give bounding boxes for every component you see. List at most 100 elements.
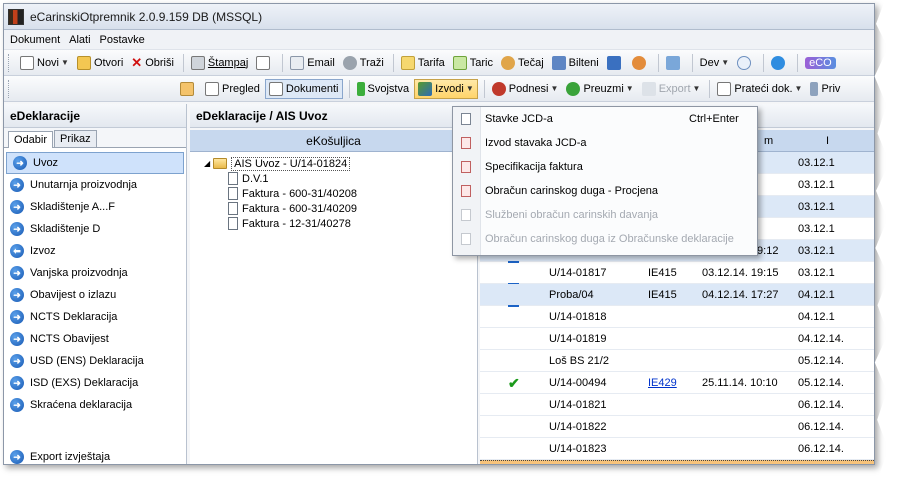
menu-item-specifikacija-faktura[interactable]: Specifikacija faktura (453, 155, 757, 179)
menu-item-stavke-jcd[interactable]: Stavke JCD-a Ctrl+Enter (453, 107, 757, 131)
attach-button[interactable]: Priv (807, 79, 843, 99)
download-dropdown[interactable]: Preuzmi ▼ (563, 79, 636, 99)
taric-button[interactable]: Taric (450, 53, 496, 73)
image-button[interactable] (663, 53, 686, 73)
date-cell: 04.12.14. 17:27 (702, 288, 779, 301)
tariff-button[interactable]: Tarifa (398, 53, 448, 73)
tree-node[interactable]: Faktura - 600-31/40208 (204, 186, 477, 201)
nav-item-export-izvjestaja[interactable]: ➜ Export izvještaja (4, 446, 110, 464)
column-header-date[interactable]: m (764, 135, 773, 147)
table-row[interactable]: U/14-01818 04.12.1 (480, 306, 874, 328)
dev-dropdown[interactable]: Dev ▼ (697, 53, 732, 73)
calculator-button[interactable] (604, 53, 627, 73)
grid-view-button[interactable] (177, 79, 200, 99)
arrow-right-icon: ➜ (10, 332, 24, 346)
toolbar-separator (392, 53, 394, 72)
document-icon (228, 202, 238, 215)
skype-icon (771, 55, 786, 70)
bulletin-button[interactable]: Bilteni (549, 53, 602, 73)
toolbar-separator (709, 79, 711, 98)
search-button[interactable]: Traži (340, 53, 387, 73)
preview-button[interactable]: Pregled (202, 79, 263, 99)
table-row[interactable]: Loš BS 21/2 05.12.14. (480, 350, 874, 372)
menu-item-sluzbeni-obracun: Službeni obračun carinskih davanja (453, 203, 757, 227)
nav-list: ➜ Uvoz ➜ Unutarnja proizvodnja ➜ Skladišten… (4, 148, 186, 416)
table-row[interactable]: ✔ U/14-00494 IE429 25.11.14. 10:10 05.12.14. (480, 372, 874, 394)
menu-item-izvod-stavaka[interactable]: Izvod stavaka JCD-a (453, 131, 757, 155)
nav-item-skladistenje-af[interactable]: ➜ Skladištenje A...F (4, 196, 186, 218)
column-header-date2[interactable]: I (826, 135, 829, 147)
print-preview-button[interactable] (253, 53, 276, 73)
document-tree: ◢ AIS Uvoz - U/14-01824 D.V.1 Faktura - 6… (190, 152, 477, 231)
table-row[interactable]: U/14-0182406.12.14. (480, 460, 874, 464)
chart-icon (418, 81, 433, 96)
menu-postavke[interactable]: Postavke (100, 34, 145, 46)
attachments-dropdown[interactable]: Prateći dok. ▼ (714, 79, 805, 99)
nav-item-usd-ens[interactable]: ➜ USD (ENS) Deklaracija (4, 350, 186, 372)
nav-item-skracena-deklaracija[interactable]: ➜ Skraćena deklaracija (4, 394, 186, 416)
toolbar-separator (483, 79, 485, 98)
menu-alati[interactable]: Alati (69, 34, 90, 46)
izvodi-dropdown[interactable]: Izvodi ▼ (414, 78, 478, 99)
print-button[interactable]: Štampaj (188, 53, 251, 73)
tree-node[interactable]: Faktura - 12-31/40278 (204, 216, 477, 231)
izvodi-menu: Stavke JCD-a Ctrl+Enter Izvod stavaka JCD… (452, 106, 758, 256)
table-row[interactable]: U/14-01817 IE415 03.12.14. 19:15 03.12.1 (480, 262, 874, 285)
menu-item-obracun-procjena[interactable]: Obračun carinskog duga - Procjena (453, 179, 757, 203)
taric-icon (452, 55, 467, 70)
exchange-rate-button[interactable]: Tečaj (498, 53, 547, 73)
nav-item-uvoz[interactable]: ➜ Uvoz (6, 152, 184, 174)
delete-button[interactable]: ✕ Obriši (128, 53, 177, 73)
properties-button[interactable]: Svojstva (354, 79, 413, 99)
arrow-right-icon: ➜ (10, 288, 24, 302)
nav-item-ncts-obavijest[interactable]: ➜ NCTS Obavijest (4, 328, 186, 350)
documents-button[interactable]: Dokumenti (264, 78, 343, 99)
info-icon (737, 55, 752, 70)
table-row[interactable]: U/14-01823 06.12.14. (480, 438, 874, 460)
tab-odabir[interactable]: Odabir (8, 131, 54, 148)
document-icon (461, 209, 471, 221)
date2-cell: 05.12.14. (798, 376, 844, 389)
menu-dokument[interactable]: Dokument (10, 34, 60, 46)
nav-item-vanjska-proizvodnja[interactable]: ➜ Vanjska proizvodnja (4, 262, 186, 284)
tree-node[interactable]: D.V.1 (204, 171, 477, 186)
collapse-icon[interactable]: ◢ (204, 159, 210, 168)
table-row[interactable]: U/14-01819 04.12.14. (480, 328, 874, 350)
table-row[interactable]: Proba/04 IE415 04.12.14. 17:27 04.12.1 (480, 284, 874, 307)
submit-dropdown[interactable]: Podnesi ▼ (489, 79, 562, 99)
nav-item-obavijest-o-izlazu[interactable]: ➜ Obavijest o izlazu (4, 284, 186, 306)
date2-cell: 03.12.1 (798, 156, 835, 169)
nav-item-skladistenje-d[interactable]: ➜ Skladištenje D (4, 218, 186, 240)
tab-prikaz[interactable]: Prikaz (54, 130, 97, 147)
toolbar-grip[interactable] (8, 79, 11, 98)
email-button[interactable]: Email (287, 53, 338, 73)
date-cell: 03.12.14. 19:15 (702, 266, 779, 279)
nav-item-isd-exs[interactable]: ➜ ISD (EXS) Deklaracija (4, 372, 186, 394)
toolbar-grip[interactable] (8, 53, 11, 72)
date-cell: 25.11.14. 10:10 (702, 376, 778, 389)
skype-button[interactable] (768, 53, 791, 73)
nav-item-izvoz[interactable]: ⬅ Izvoz (4, 240, 186, 262)
arrow-right-icon: ➜ (10, 450, 24, 464)
table-row[interactable]: U/14-01821 06.12.14. (480, 394, 874, 416)
tree-node[interactable]: Faktura - 600-31/40209 (204, 201, 477, 216)
main-toolbar: Novi ▼ Otvori ✕ Obriši Štampaj Email Traži… (4, 50, 874, 76)
export-dropdown[interactable]: Export ▼ (639, 79, 704, 99)
tariff-icon (400, 55, 415, 70)
nav-item-ncts-deklaracija[interactable]: ➜ NCTS Deklaracija (4, 306, 186, 328)
type-cell[interactable]: IE429 (648, 377, 677, 389)
eco-button[interactable]: eCO (802, 53, 839, 73)
open-button[interactable]: Otvori (74, 53, 126, 73)
tree-root[interactable]: ◢ AIS Uvoz - U/14-01824 (204, 156, 477, 171)
table-row[interactable]: U/14-01822 06.12.14. (480, 416, 874, 438)
date2-cell: 03.12.1 (798, 266, 835, 279)
new-button[interactable]: Novi ▼ (17, 53, 72, 73)
info-button[interactable] (734, 53, 757, 73)
ref-cell: U/14-01819 (549, 332, 607, 345)
window-title: eCarinskiOtpremnik 2.0.9.159 DB (MSSQL) (30, 9, 263, 24)
date2-cell: 03.12.1 (798, 244, 835, 257)
document-icon (461, 113, 471, 125)
nav-item-unutarnja-proizvodnja[interactable]: ➜ Unutarnja proizvodnja (4, 174, 186, 196)
date2-cell: 04.12.14. (798, 332, 844, 345)
users-button[interactable] (629, 53, 652, 73)
